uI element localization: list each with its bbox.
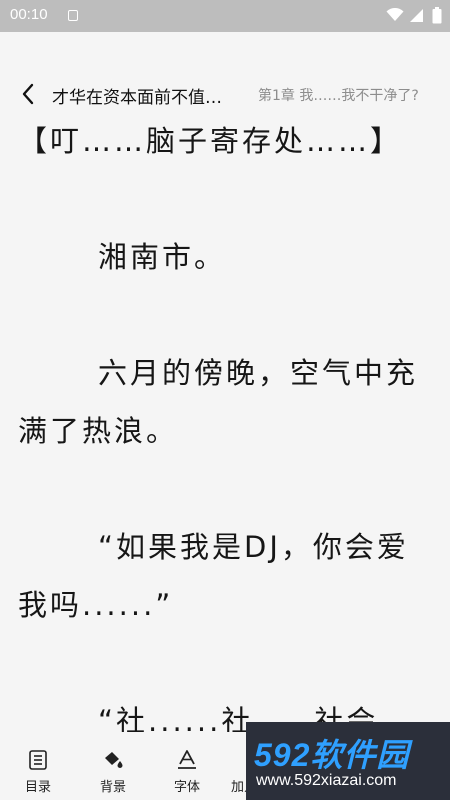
content-paragraph: 【叮……脑子寄存处……】 [18,124,403,158]
font-label: 字体 [173,780,200,795]
catalog-label: 目录 [24,780,51,795]
signal-icon [410,9,423,22]
watermark-overlay: 592软件园 www.592xiazai.com [246,722,450,800]
paint-bucket-icon [105,752,123,768]
book-title: 才华在资本面前不值… [52,88,222,108]
font-icon [178,750,196,769]
catalog-button[interactable]: 目录 [8,748,68,795]
font-button[interactable]: 字体 [157,748,217,795]
notification-icon [68,10,78,21]
reader-header: 才华在资本面前不值… 第1章 我……我不干净了? [0,74,450,114]
background-button[interactable]: 背景 [83,748,143,795]
battery-icon [432,7,442,24]
watermark-url: www.592xiazai.com [256,772,397,789]
watermark-logo: 592软件园 [254,737,410,773]
status-bar: 00:10 [0,0,450,32]
wifi-icon [386,8,404,21]
content-paragraph: 湘南市。 [98,240,227,274]
list-icon [29,750,47,770]
chapter-title: 第1章 我……我不干净了? [258,88,419,104]
back-button[interactable] [14,80,42,108]
reading-area[interactable]: 【叮……脑子寄存处……】 湘南市。 六月的傍晚，空气中充满了热浪。 “如果我是D… [18,112,438,732]
status-time: 00:10 [10,6,48,23]
background-label: 背景 [99,780,126,795]
content-paragraph: 六月的傍晚，空气中充满了热浪。 [18,356,419,448]
content-paragraph: “如果我是DJ，你会爱我吗......” [18,530,409,622]
back-arrow-icon [22,83,34,105]
